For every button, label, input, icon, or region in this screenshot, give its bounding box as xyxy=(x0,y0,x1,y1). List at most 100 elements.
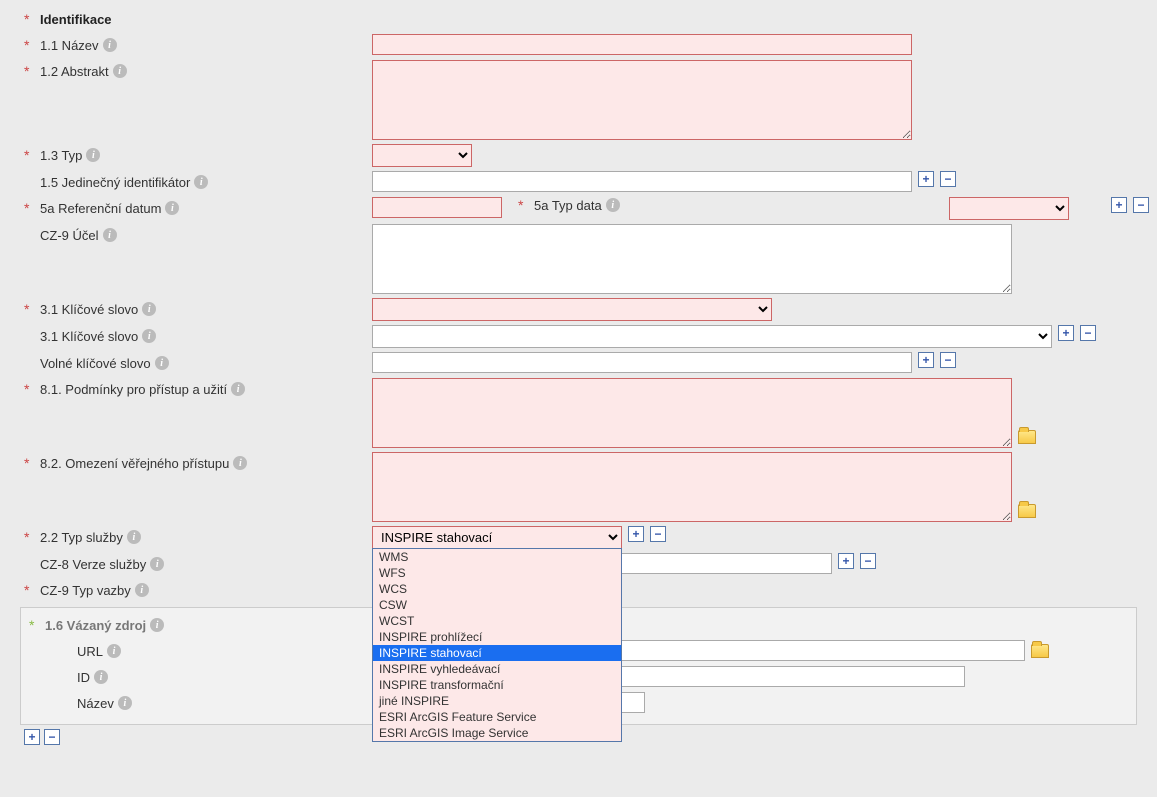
dropdown-list[interactable]: WMSWFSWCSCSWWCSTINSPIRE prohlížecíINSPIR… xyxy=(372,548,622,742)
input-identifikator[interactable] xyxy=(372,171,912,192)
required-asterisk: * xyxy=(24,455,36,471)
dropdown-option[interactable]: INSPIRE stahovací xyxy=(373,645,621,661)
dropdown-option[interactable]: ESRI ArcGIS Image Service xyxy=(373,725,621,741)
row-typ: * 1.3 Typ i xyxy=(8,144,1149,167)
info-icon[interactable]: i xyxy=(135,583,149,597)
info-icon[interactable]: i xyxy=(142,329,156,343)
folder-icon[interactable] xyxy=(1018,430,1036,444)
row-volne-klic: Volné klíčové slovo i + − xyxy=(8,352,1149,374)
label-identifikator: 1.5 Jedinečný identifikátor xyxy=(40,175,190,190)
info-icon[interactable]: i xyxy=(150,618,164,632)
dropdown-option[interactable]: WMS xyxy=(373,549,621,565)
info-icon[interactable]: i xyxy=(107,644,121,658)
row-nazev: * 1.1 Název i xyxy=(8,34,1149,56)
label-typ: 1.3 Typ xyxy=(40,148,82,163)
row-klic1: * 3.1 Klíčové slovo i xyxy=(8,298,1149,321)
info-icon[interactable]: i xyxy=(150,557,164,571)
plus-icon[interactable]: + xyxy=(918,352,934,368)
label-sub-nazev: Název xyxy=(77,696,114,711)
info-icon[interactable]: i xyxy=(103,38,117,52)
row-podminky: * 8.1. Podmínky pro přístup a užití i xyxy=(8,378,1149,448)
dropdown-typ-sluzby[interactable]: INSPIRE stahovací WMSWFSWCSCSWWCSTINSPIR… xyxy=(372,526,622,549)
minus-icon[interactable]: − xyxy=(650,526,666,542)
info-icon[interactable]: i xyxy=(142,302,156,316)
required-asterisk: * xyxy=(518,197,530,213)
minus-icon[interactable]: − xyxy=(1080,325,1096,341)
label-typ-sluzby: 2.2 Typ služby xyxy=(40,530,123,545)
minus-icon[interactable]: − xyxy=(1133,197,1149,213)
plus-icon[interactable]: + xyxy=(838,553,854,569)
dropdown-option[interactable]: jiné INSPIRE xyxy=(373,693,621,709)
required-asterisk: * xyxy=(24,37,36,53)
plus-icon[interactable]: + xyxy=(1111,197,1127,213)
plus-icon[interactable]: + xyxy=(24,729,40,745)
select-klic2[interactable] xyxy=(372,325,1052,348)
info-icon[interactable]: i xyxy=(118,696,132,710)
label-podminky: 8.1. Podmínky pro přístup a užití xyxy=(40,382,227,397)
info-icon[interactable]: i xyxy=(94,670,108,684)
dropdown-option[interactable]: INSPIRE transformační xyxy=(373,677,621,693)
minus-icon[interactable]: − xyxy=(940,352,956,368)
minus-icon[interactable]: − xyxy=(940,171,956,187)
section-header: * Identifikace xyxy=(8,8,1149,30)
label-nazev: 1.1 Název xyxy=(40,38,99,53)
plus-icon[interactable]: + xyxy=(918,171,934,187)
row-ucel: CZ-9 Účel i xyxy=(8,224,1149,294)
select-typ[interactable] xyxy=(372,144,472,167)
label-omezeni: 8.2. Omezení věřejného přístupu xyxy=(40,456,229,471)
textarea-ucel[interactable] xyxy=(372,224,1012,294)
required-asterisk-green: * xyxy=(29,617,41,633)
required-asterisk: * xyxy=(24,63,36,79)
required-asterisk: * xyxy=(24,582,36,598)
row-identifikator: 1.5 Jedinečný identifikátor i + − xyxy=(8,171,1149,193)
dropdown-option[interactable]: WCST xyxy=(373,613,621,629)
label-verze-sluzby: CZ-8 Verze služby xyxy=(40,557,146,572)
info-icon[interactable]: i xyxy=(194,175,208,189)
info-icon[interactable]: i xyxy=(103,228,117,242)
label-typ-vazby: CZ-9 Typ vazby xyxy=(40,583,131,598)
info-icon[interactable]: i xyxy=(606,198,620,212)
textarea-omezeni[interactable] xyxy=(372,452,1012,522)
dropdown-option[interactable]: ESRI ArcGIS Feature Service xyxy=(373,709,621,725)
info-icon[interactable]: i xyxy=(231,382,245,396)
required-asterisk: * xyxy=(24,11,36,27)
label-klic1: 3.1 Klíčové slovo xyxy=(40,302,138,317)
input-ref-datum[interactable] xyxy=(372,197,502,218)
minus-icon[interactable]: − xyxy=(44,729,60,745)
section-title: Identifikace xyxy=(40,12,112,27)
select-typ-data[interactable] xyxy=(949,197,1069,220)
row-typ-sluzby: * 2.2 Typ služby i INSPIRE stahovací WMS… xyxy=(8,526,1149,549)
required-asterisk: * xyxy=(24,200,36,216)
required-asterisk: * xyxy=(24,301,36,317)
row-ref-datum: * 5a Referenční datum i * 5a Typ data i … xyxy=(8,197,1149,220)
info-icon[interactable]: i xyxy=(155,356,169,370)
label-typ-data: 5a Typ data xyxy=(534,198,602,213)
info-icon[interactable]: i xyxy=(86,148,100,162)
label-ucel: CZ-9 Účel xyxy=(40,228,99,243)
row-abstrakt: * 1.2 Abstrakt i xyxy=(8,60,1149,140)
folder-icon[interactable] xyxy=(1031,644,1049,658)
dropdown-option[interactable]: INSPIRE vyhledeávací xyxy=(373,661,621,677)
label-volne-klic: Volné klíčové slovo xyxy=(40,356,151,371)
dropdown-option[interactable]: WCS xyxy=(373,581,621,597)
select-typ-sluzby[interactable]: INSPIRE stahovací xyxy=(372,526,622,549)
info-icon[interactable]: i xyxy=(113,64,127,78)
plus-icon[interactable]: + xyxy=(1058,325,1074,341)
minus-icon[interactable]: − xyxy=(860,553,876,569)
dropdown-option[interactable]: CSW xyxy=(373,597,621,613)
label-url: URL xyxy=(77,644,103,659)
mid-label-typ-data: * 5a Typ data i xyxy=(518,197,620,213)
dropdown-option[interactable]: WFS xyxy=(373,565,621,581)
select-klic1[interactable] xyxy=(372,298,772,321)
info-icon[interactable]: i xyxy=(233,456,247,470)
info-icon[interactable]: i xyxy=(165,201,179,215)
info-icon[interactable]: i xyxy=(127,530,141,544)
required-asterisk: * xyxy=(24,147,36,163)
plus-icon[interactable]: + xyxy=(628,526,644,542)
textarea-podminky[interactable] xyxy=(372,378,1012,448)
input-volne-klic[interactable] xyxy=(372,352,912,373)
dropdown-option[interactable]: INSPIRE prohlížecí xyxy=(373,629,621,645)
input-nazev[interactable] xyxy=(372,34,912,55)
folder-icon[interactable] xyxy=(1018,504,1036,518)
textarea-abstrakt[interactable] xyxy=(372,60,912,140)
